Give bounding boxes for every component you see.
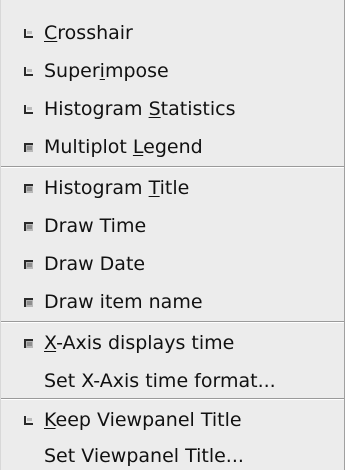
popup-menu: Crosshair Superimpose Histogram Statisti… bbox=[0, 0, 345, 470]
toggle-indicator-icon bbox=[24, 143, 33, 152]
toggle-indicator-icon bbox=[24, 222, 33, 231]
menu-separator bbox=[1, 166, 344, 168]
menu-item-label: Histogram Statistics bbox=[44, 98, 236, 120]
menu-item-label: Histogram Title bbox=[44, 177, 190, 199]
menu-item-label: Set Viewpanel Title... bbox=[44, 445, 244, 467]
menu-item-label: Set X-Axis time format... bbox=[44, 370, 276, 392]
menu-item-crosshair[interactable]: Crosshair bbox=[1, 15, 344, 51]
menu-item-label: Keep Viewpanel Title bbox=[44, 409, 242, 431]
toggle-indicator-icon bbox=[24, 339, 33, 348]
menu-item-keep-viewpanel-title[interactable]: Keep Viewpanel Title bbox=[1, 402, 344, 438]
toggle-indicator-icon bbox=[24, 298, 33, 307]
menu-item-label: Crosshair bbox=[44, 22, 133, 44]
menu-item-multiplot-legend[interactable]: Multiplot Legend bbox=[1, 129, 344, 165]
menu-item-label: Multiplot Legend bbox=[44, 136, 203, 158]
menu-item-label: X-Axis displays time bbox=[44, 332, 235, 354]
menu-separator bbox=[1, 321, 344, 323]
menu-item-histogram-statistics[interactable]: Histogram Statistics bbox=[1, 91, 344, 127]
menu-item-set-viewpanel-title[interactable]: Set Viewpanel Title... bbox=[1, 438, 344, 470]
menu-item-draw-time[interactable]: Draw Time bbox=[1, 208, 344, 244]
menu-item-x-axis-displays-time[interactable]: X-Axis displays time bbox=[1, 325, 344, 361]
menu-item-histogram-title[interactable]: Histogram Title bbox=[1, 170, 344, 206]
menu-item-label: Draw Time bbox=[44, 215, 147, 237]
toggle-indicator-icon bbox=[24, 260, 33, 269]
menu-separator bbox=[1, 398, 344, 400]
menu-item-set-x-axis-time-format[interactable]: Set X-Axis time format... bbox=[1, 363, 344, 399]
toggle-indicator-icon bbox=[24, 29, 33, 38]
menu-item-draw-date[interactable]: Draw Date bbox=[1, 246, 344, 282]
menu-item-label: Draw item name bbox=[44, 291, 203, 313]
toggle-indicator-icon bbox=[24, 416, 33, 425]
menu-item-label: Draw Date bbox=[44, 253, 146, 275]
toggle-indicator-icon bbox=[24, 67, 33, 76]
toggle-indicator-icon bbox=[24, 105, 33, 114]
menu-item-draw-item-name[interactable]: Draw item name bbox=[1, 284, 344, 320]
menu-item-label: Superimpose bbox=[44, 60, 169, 82]
menu-item-superimpose[interactable]: Superimpose bbox=[1, 53, 344, 89]
toggle-indicator-icon bbox=[24, 184, 33, 193]
